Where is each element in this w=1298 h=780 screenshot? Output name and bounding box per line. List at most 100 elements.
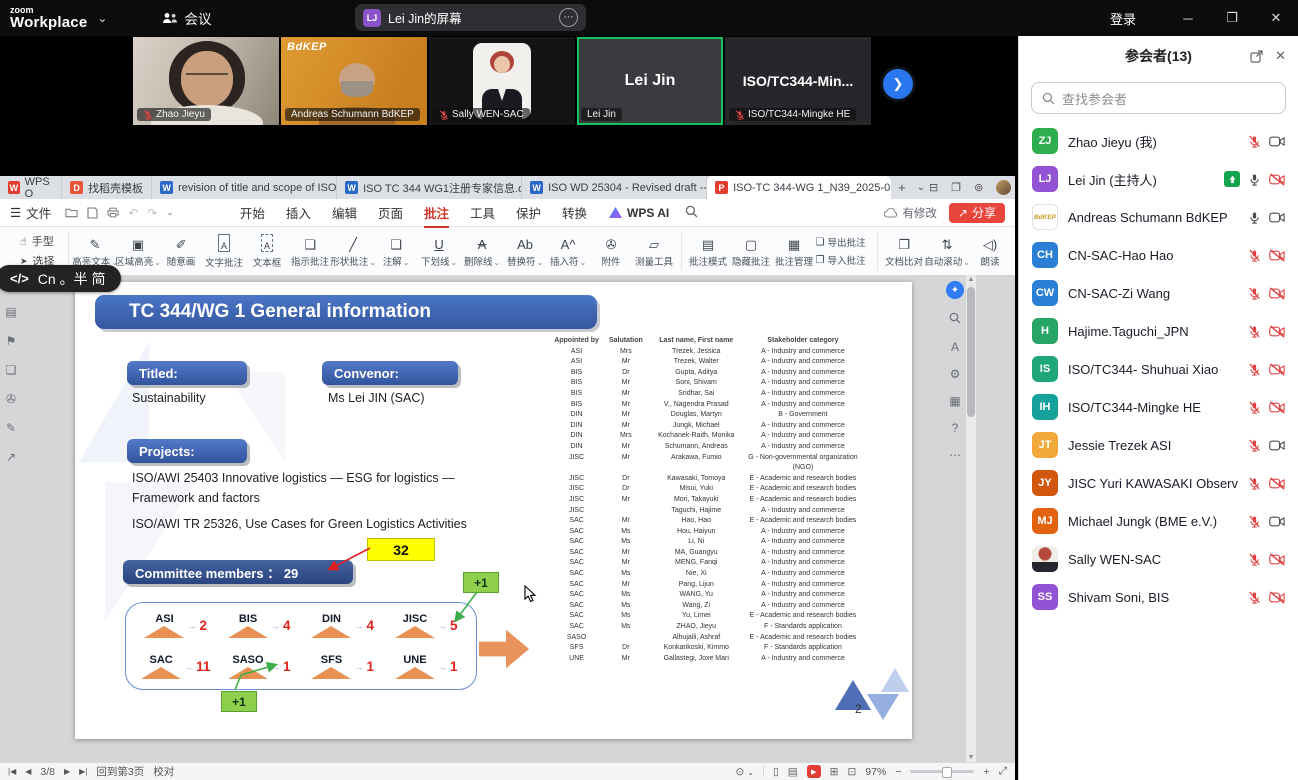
- page-indicator[interactable]: 3/8: [40, 766, 55, 778]
- document-tab[interactable]: Wrevision of title and scope of ISO-: [152, 176, 337, 199]
- cloud-sync-status[interactable]: 有修改: [884, 205, 937, 221]
- ribbon-button[interactable]: A删除线⌄: [461, 235, 504, 268]
- shared-screen-pill[interactable]: LJ Lei Jin的屏幕 ⋯: [355, 4, 586, 31]
- menu-1[interactable]: 开始: [240, 199, 265, 226]
- single-page-view-icon[interactable]: ▯: [773, 766, 779, 778]
- chevron-down-icon[interactable]: ⌄: [166, 207, 174, 218]
- more-options-icon[interactable]: ⋯: [559, 8, 578, 27]
- menu-8[interactable]: 转换: [562, 199, 587, 226]
- ribbon-button[interactable]: ❐文档比对: [883, 235, 926, 268]
- document-tab[interactable]: D找稻壳模板: [62, 176, 152, 199]
- more-icon[interactable]: ⋯: [949, 448, 961, 462]
- text-tool-icon[interactable]: A: [951, 340, 959, 354]
- menu-4[interactable]: 页面: [378, 199, 403, 226]
- edit-icon[interactable]: ✎: [6, 421, 16, 435]
- ribbon-button[interactable]: ▤批注模式: [687, 235, 730, 268]
- ribbon-button[interactable]: ▣区域高亮⌄: [117, 235, 160, 268]
- ribbon-button[interactable]: ✎高亮文本⌄: [74, 235, 117, 268]
- scrollbar-thumb[interactable]: [967, 287, 975, 417]
- proofread-button[interactable]: 校对: [153, 764, 174, 779]
- globe-icon[interactable]: ⊚: [974, 181, 983, 194]
- continuous-view-icon[interactable]: ▤: [788, 766, 798, 778]
- wps-ai-button[interactable]: WPS AI: [609, 206, 669, 220]
- search-icon[interactable]: [685, 205, 698, 221]
- participant-row[interactable]: JTJessie Trezek ASI: [1019, 426, 1298, 464]
- video-tile-mingke-he[interactable]: ISO/TC344-Min... ISO/TC344-Mingke HE: [725, 37, 871, 125]
- menu-3[interactable]: 编辑: [332, 199, 357, 226]
- last-page-icon[interactable]: ▶|: [79, 767, 87, 776]
- participant-row[interactable]: ZJZhao Jieyu (我): [1019, 122, 1298, 160]
- participant-row[interactable]: CWCN-SAC-Zi Wang: [1019, 274, 1298, 312]
- prev-page-icon[interactable]: ◀: [25, 767, 31, 776]
- close-icon[interactable]: ✕: [1254, 0, 1298, 36]
- vertical-scrollbar[interactable]: ▲ ▼: [966, 275, 976, 762]
- ribbon-button[interactable]: ╱形状批注⌄: [332, 235, 375, 268]
- ribbon-button[interactable]: ❐导入批注: [816, 253, 872, 267]
- ribbon-button[interactable]: ▦批注管理: [773, 235, 816, 268]
- popout-icon[interactable]: [1250, 50, 1263, 63]
- save-icon[interactable]: [87, 207, 98, 219]
- participant-row[interactable]: IHISO/TC344-Mingke HE: [1019, 388, 1298, 426]
- menu-7[interactable]: 保护: [516, 199, 541, 226]
- ribbon-button[interactable]: A^插入符⌄: [547, 235, 590, 268]
- multi-window-icon[interactable]: ❐: [951, 181, 961, 194]
- settings-gear-icon[interactable]: ⚙: [950, 367, 961, 381]
- minimize-icon[interactable]: ─: [1166, 0, 1210, 36]
- bookmark-icon[interactable]: ⚑: [6, 334, 17, 348]
- participant-row[interactable]: JYJISC Yuri KAWASAKI Observer: [1019, 464, 1298, 502]
- first-page-icon[interactable]: |◀: [8, 767, 16, 776]
- document-tab[interactable]: WISO TC 344 WG1注册专家信息.docx: [337, 176, 522, 199]
- attachment-icon[interactable]: ✇: [6, 392, 16, 406]
- restore-icon[interactable]: ❐: [1210, 0, 1254, 36]
- redo-icon[interactable]: ↷: [147, 206, 157, 220]
- participant-row[interactable]: HHajime.Taguchi_JPN: [1019, 312, 1298, 350]
- participant-row[interactable]: MJMichael Jungk (BME e.V.): [1019, 502, 1298, 540]
- file-menu[interactable]: ☰ 文件: [10, 203, 51, 222]
- close-icon[interactable]: ✕: [1275, 48, 1286, 64]
- play-presentation-button[interactable]: ▶: [807, 765, 821, 778]
- meeting-tab[interactable]: 会议: [162, 8, 211, 28]
- participant-row[interactable]: LJLei Jin (主持人): [1019, 160, 1298, 198]
- next-page-arrow-button[interactable]: ❯: [880, 66, 916, 102]
- participant-row[interactable]: Sally WEN-SAC: [1019, 540, 1298, 578]
- scroll-up-icon[interactable]: ▲: [966, 276, 976, 283]
- search-icon[interactable]: [949, 312, 961, 327]
- ribbon-button[interactable]: A文本框: [246, 234, 289, 269]
- tab-list-chevron-icon[interactable]: ⌄: [913, 176, 929, 199]
- ribbon-button[interactable]: ✇附件: [590, 235, 633, 268]
- participant-row[interactable]: ISISO/TC344- Shuhuai Xiao: [1019, 350, 1298, 388]
- ribbon-button[interactable]: ▢隐藏批注: [730, 235, 773, 268]
- participant-row[interactable]: CHCN-SAC-Hao Hao: [1019, 236, 1298, 274]
- document-tab[interactable]: PISO-TC 344-WG 1_N39_2025-0•: [707, 176, 891, 199]
- help-icon[interactable]: ?: [952, 421, 959, 435]
- fit-page-icon[interactable]: ⊡: [847, 766, 856, 778]
- open-folder-icon[interactable]: [65, 207, 78, 218]
- zoom-out-icon[interactable]: −: [895, 766, 901, 778]
- printer-icon[interactable]: [107, 207, 119, 218]
- apps-grid-icon[interactable]: ⊟: [929, 181, 938, 194]
- menu-2[interactable]: 插入: [286, 199, 311, 226]
- share-button[interactable]: ↗ 分享: [949, 203, 1005, 223]
- zoom-in-icon[interactable]: +: [983, 766, 989, 778]
- ribbon-button[interactable]: ▱测量工具: [633, 235, 676, 268]
- participant-row[interactable]: BdKEPAndreas Schumann BdKEP: [1019, 198, 1298, 236]
- user-avatar[interactable]: [996, 180, 1011, 195]
- participant-row[interactable]: SSShivam Soni, BIS: [1019, 578, 1298, 616]
- grid-icon[interactable]: ▦: [949, 394, 960, 408]
- ribbon-button[interactable]: A文字批注: [203, 234, 246, 269]
- ribbon-button[interactable]: ✐随意画: [160, 235, 203, 268]
- scroll-down-icon[interactable]: ▼: [966, 754, 976, 761]
- export-icon[interactable]: ↗: [6, 450, 16, 464]
- zoom-level[interactable]: 97%: [865, 766, 886, 778]
- back-to-page-link[interactable]: 回到第3页: [96, 764, 144, 779]
- login-button[interactable]: 登录: [1110, 9, 1136, 28]
- ai-assistant-icon[interactable]: ✦: [946, 281, 964, 299]
- ribbon-button[interactable]: ❏导出批注: [816, 235, 872, 249]
- menu-6[interactable]: 工具: [470, 199, 495, 226]
- video-tile-zhao-jieyu[interactable]: Zhao Jieyu: [133, 37, 279, 125]
- undo-icon[interactable]: ↶: [128, 206, 138, 220]
- eye-protection-icon[interactable]: ⊙ ⌄: [736, 766, 754, 778]
- zoom-slider[interactable]: [910, 770, 974, 773]
- ribbon-button[interactable]: U下划线⌄: [418, 235, 461, 268]
- video-tile-andreas-schumann[interactable]: BdKEP Andreas Schumann BdKEP: [281, 37, 427, 125]
